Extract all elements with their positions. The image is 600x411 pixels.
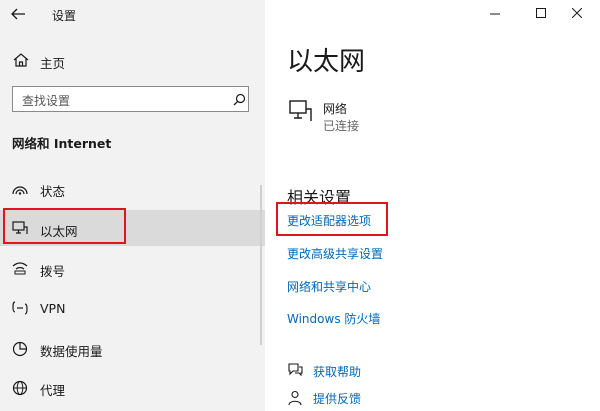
page-title: 以太网	[287, 47, 366, 77]
dialup-icon	[12, 262, 28, 275]
minimize-icon	[490, 13, 500, 15]
sidebar: 设置 主页 查找设置 网络和 Internet 状态 以太网 拨号 VPN 数据…	[0, 0, 265, 411]
section-title: 网络和 Internet	[12, 136, 112, 151]
sidebar-item-status[interactable]: 状态	[40, 181, 65, 200]
windows-firewall-link[interactable]: Windows 防火墙	[287, 310, 380, 327]
sidebar-item-data-usage[interactable]: 数据使用量	[40, 341, 103, 360]
home-icon	[13, 53, 29, 67]
search-input[interactable]: 查找设置	[12, 86, 249, 112]
sidebar-item-vpn[interactable]: VPN	[40, 301, 65, 316]
ethernet-highlight-box	[3, 208, 126, 244]
home-link[interactable]: 主页	[40, 53, 65, 72]
sidebar-scrollbar[interactable]	[260, 185, 262, 345]
minimize-button[interactable]	[472, 0, 518, 28]
advanced-sharing-link[interactable]: 更改高级共享设置	[287, 245, 383, 262]
help-chat-icon	[288, 363, 303, 377]
proxy-icon	[12, 380, 28, 396]
data-usage-icon	[12, 341, 28, 357]
search-placeholder: 查找设置	[22, 94, 71, 108]
close-button[interactable]	[554, 0, 600, 28]
network-status: 已连接	[323, 119, 360, 133]
back-arrow-icon[interactable]	[10, 7, 26, 21]
vpn-icon	[12, 301, 28, 315]
window-title: 设置	[52, 9, 77, 23]
sidebar-item-dialup[interactable]: 拨号	[40, 261, 65, 280]
network-sharing-center-link[interactable]: 网络和共享中心	[287, 278, 371, 295]
give-feedback-link[interactable]: 提供反馈	[313, 390, 361, 407]
close-icon	[572, 8, 582, 18]
get-help-link[interactable]: 获取帮助	[313, 363, 361, 380]
adapter-options-highlight-box	[276, 202, 388, 236]
network-name[interactable]: 网络	[323, 100, 347, 117]
main-panel: 以太网 网络 已连接 相关设置 更改适配器选项 更改高级共享设置 网络和共享中心…	[265, 0, 600, 411]
search-icon[interactable]	[233, 93, 246, 106]
maximize-icon	[536, 8, 546, 18]
feedback-icon	[288, 390, 302, 406]
status-icon	[12, 186, 28, 195]
ethernet-network-icon	[289, 100, 312, 121]
sidebar-item-proxy[interactable]: 代理	[40, 380, 65, 399]
